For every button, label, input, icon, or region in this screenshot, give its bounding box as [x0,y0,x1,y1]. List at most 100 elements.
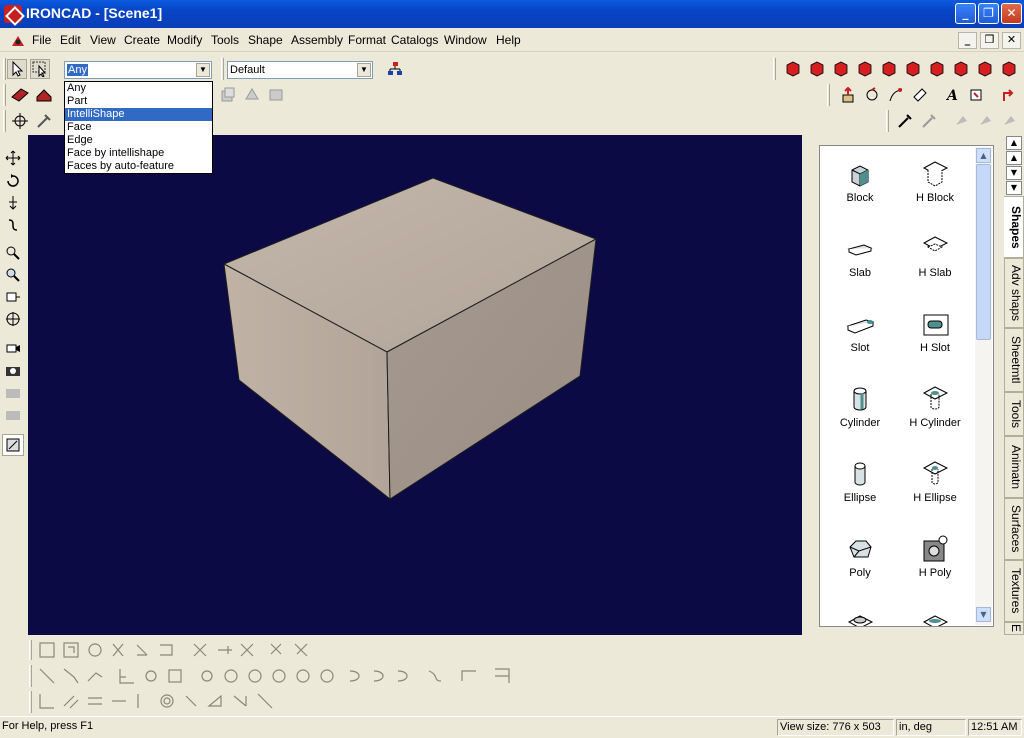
menu-assembly[interactable]: Assembly [291,33,343,47]
smartpaint-extra-icon[interactable] [999,111,1019,131]
box-part[interactable] [222,177,598,501]
minimize-button[interactable]: _ [955,3,976,24]
spin-icon[interactable] [34,85,54,105]
dropdown-option-face-by-intellishape[interactable]: Face by intellishape [65,147,212,160]
catalog-item-h-slab[interactable]: H Slab [895,227,975,297]
scroll-down-icon[interactable]: ▼ [976,607,991,622]
menu-window[interactable]: Window [444,33,487,47]
catalog-item-partial[interactable] [895,602,975,626]
text-tool-icon[interactable]: A [942,85,962,105]
catalog-item-ellipse[interactable]: Ellipse [820,452,900,522]
decal-icon[interactable] [966,85,986,105]
toolbar-grip[interactable] [827,84,830,106]
orbit-icon[interactable] [2,170,24,192]
tab-animatn[interactable]: Animatn [1004,436,1024,498]
toolbar-grip[interactable] [29,640,32,660]
menu-modify[interactable]: Modify [167,33,202,47]
camera-move-icon[interactable] [2,337,24,359]
sketch-toolbar-row-3[interactable] [36,690,286,714]
menu-shape[interactable]: Shape [248,33,283,47]
walk-icon[interactable] [2,192,24,214]
style-combo[interactable]: Default ▼ [227,61,373,79]
insert-part-icon[interactable] [838,85,858,105]
dropdown-option-part[interactable]: Part [65,95,212,108]
close-button[interactable]: ✕ [1001,3,1022,24]
catalog-scrollbar[interactable]: ▲ ▼ [975,147,992,625]
fit-view-icon[interactable] [2,286,24,308]
toolbar-grip[interactable] [3,58,6,80]
menu-edit[interactable]: Edit [60,33,81,47]
eyedropper-apply-icon[interactable] [919,111,939,131]
selection-filter-combo[interactable]: Any ▼ [64,61,212,79]
tangent-icon[interactable] [886,85,906,105]
scene-canvas[interactable] [28,135,802,635]
tab-textures[interactable]: Textures [1004,560,1024,622]
maximize-button[interactable]: ❐ [978,3,999,24]
shell-icon[interactable] [242,85,262,105]
menu-help[interactable]: Help [496,33,521,47]
mdi-minimize-button[interactable]: _ [958,32,977,49]
tab-adv-shaps[interactable]: Adv shaps [1004,258,1024,328]
catalog-item-partial[interactable] [820,602,900,626]
catalog-item-h-slot[interactable]: H Slot [895,302,975,372]
mdi-close-button[interactable]: ✕ [1002,32,1021,49]
dropdown-option-face[interactable]: Face [65,121,212,134]
document-icon[interactable] [10,33,26,49]
catalog-item-poly[interactable]: Poly [820,527,900,597]
sketch-toolbar-row-1[interactable] [36,639,326,663]
tab-scroll-bottom-icon[interactable]: ▼ [1006,181,1022,195]
toolbar-grip[interactable] [3,110,6,132]
zoom-box-icon[interactable] [2,264,24,286]
blend-icon[interactable] [266,85,286,105]
extrude-icon[interactable] [10,85,30,105]
dropdown-option-any[interactable]: Any [65,82,212,95]
triball-icon[interactable] [10,111,30,131]
toolbar-grip[interactable] [29,665,32,687]
menu-file[interactable]: File [32,33,51,47]
smartsnap-icon[interactable] [998,85,1018,105]
toolbar-grip[interactable] [29,691,32,713]
select-box-icon[interactable] [30,59,50,79]
chevron-down-icon[interactable]: ▼ [357,63,371,77]
roll-icon[interactable] [2,214,24,236]
menu-view[interactable]: View [90,33,116,47]
toolbar-grip[interactable] [221,58,224,80]
dropdown-option-edge[interactable]: Edge [65,134,212,147]
tab-sheetmtl[interactable]: Sheetmtl [1004,328,1024,392]
assembly-tree-icon[interactable] [385,59,405,79]
sketch-toolbar-row-2[interactable] [36,665,526,689]
catalog-item-h-ellipse[interactable]: H Ellipse [895,452,975,522]
ironcad-app-icon[interactable] [4,5,22,23]
catalog-item-h-block[interactable]: H Block [895,152,975,222]
scroll-thumb[interactable] [976,164,991,340]
pan-icon[interactable] [2,147,24,169]
select-arrow-icon[interactable] [7,59,27,79]
3d-viewport[interactable] [28,135,802,635]
toolbar-grip[interactable] [3,84,6,106]
catalog-item-h-poly[interactable]: H Poly [895,527,975,597]
toolbar-grip[interactable] [886,110,889,132]
shapes-catalog[interactable]: Block H Block Slab H Slab Slot H Slot Cy… [819,145,994,627]
paint-icon[interactable] [910,85,930,105]
tab-shapes[interactable]: Shapes [1004,196,1024,258]
tab-surfaces[interactable]: Surfaces [1004,498,1024,560]
tools-icon[interactable] [34,111,54,131]
dropdown-option-intellishape[interactable]: IntelliShape [65,108,212,121]
render-icon[interactable] [2,434,24,456]
catalog-item-block[interactable]: Block [820,152,900,222]
chevron-down-icon[interactable]: ▼ [196,63,210,77]
eyedropper-icon[interactable] [895,111,915,131]
copy-shape-icon[interactable] [218,85,238,105]
catalog-item-slab[interactable]: Slab [820,227,900,297]
menu-catalogs[interactable]: Catalogs [391,33,438,47]
tab-scroll-down-icon[interactable]: ▼ [1006,166,1022,180]
tab-e[interactable]: E [1004,622,1024,635]
catalog-item-slot[interactable]: Slot [820,302,900,372]
tab-tools[interactable]: Tools [1004,392,1024,436]
rotate-part-icon[interactable] [862,85,882,105]
menu-tools[interactable]: Tools [211,33,239,47]
smartpaint-icon[interactable] [951,111,971,131]
smartpaint-apply-icon[interactable] [975,111,995,131]
selection-filter-dropdown[interactable]: Any Part IntelliShape Face Edge Face by … [64,81,213,174]
zoom-icon[interactable] [2,242,24,264]
